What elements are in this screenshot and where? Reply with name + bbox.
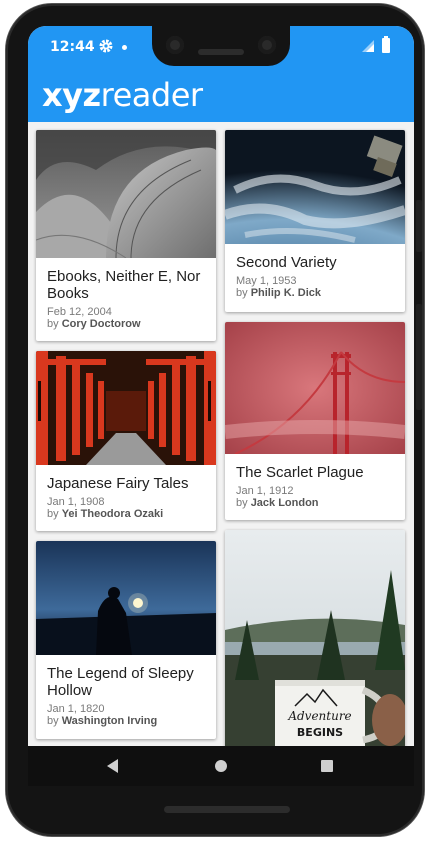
by-label: by — [236, 287, 248, 299]
recents-icon[interactable] — [321, 760, 333, 772]
volume-button — [416, 304, 422, 410]
status-time: 12:44 — [50, 39, 95, 55]
mug-text-begins: BEGINS — [297, 726, 343, 739]
earpiece-speaker — [198, 49, 244, 55]
book-date: May 1, 1953 — [236, 275, 297, 287]
logo-bold: xyz — [42, 76, 101, 114]
book-author: by Yei Theodora Ozaki — [47, 508, 208, 520]
book-date: Feb 12, 2004 — [47, 306, 112, 318]
power-button — [416, 200, 422, 252]
book-title: Second Variety — [236, 254, 337, 271]
book-title: Japanese Fairy Tales — [47, 475, 189, 492]
book-date: Jan 1, 1912 — [236, 485, 294, 497]
display-notch — [152, 26, 290, 66]
signal-icon — [362, 40, 374, 52]
back-icon[interactable] — [106, 759, 120, 773]
book-card[interactable]: Ebooks, Neither E, Nor Books Feb 12, 200… — [36, 130, 216, 341]
book-author: by Cory Doctorow — [47, 318, 208, 330]
screen: 12:44 xyzreader Ebooks, Neither E, Nor B… — [28, 26, 414, 786]
gear-icon — [99, 39, 113, 53]
front-camera — [258, 36, 276, 54]
book-card[interactable]: The Legend of Sleepy Hollow Jan 1, 1820 … — [36, 541, 216, 739]
book-title: The Legend of Sleepy Hollow — [47, 665, 194, 699]
front-camera — [166, 36, 184, 54]
book-card[interactable]: Adventure BEGINS — [225, 530, 405, 746]
phone-frame: 12:44 xyzreader Ebooks, Neither E, Nor B… — [6, 4, 424, 836]
home-icon[interactable] — [215, 760, 227, 772]
book-cover-image — [225, 130, 405, 244]
logo-light: reader — [100, 76, 203, 114]
book-cover-image — [36, 541, 216, 655]
book-cover-image: Adventure BEGINS — [225, 530, 405, 746]
book-title: Ebooks, Neither E, Nor Books — [47, 268, 201, 302]
author-name: Cory Doctorow — [61, 318, 141, 330]
book-cover-image — [225, 322, 405, 454]
book-date: Jan 1, 1820 — [47, 703, 105, 715]
book-card[interactable]: The Scarlet Plague Jan 1, 1912 by Jack L… — [225, 322, 405, 520]
mug-text-adventure: Adventure — [287, 709, 351, 723]
author-name: Washington Irving — [61, 715, 158, 727]
author-name: Yei Theodora Ozaki — [61, 508, 164, 520]
battery-icon — [382, 36, 390, 53]
author-name: Jack London — [250, 497, 319, 509]
author-name: Philip K. Dick — [250, 287, 321, 299]
book-cover-image — [36, 351, 216, 465]
notification-dot-icon — [122, 45, 127, 50]
app-logo: xyzreader — [42, 76, 203, 114]
book-author: by Washington Irving — [47, 715, 208, 727]
by-label: by — [47, 318, 59, 330]
by-label: by — [236, 497, 248, 509]
book-card[interactable]: Japanese Fairy Tales Jan 1, 1908 by Yei … — [36, 351, 216, 531]
book-grid[interactable]: Ebooks, Neither E, Nor Books Feb 12, 200… — [28, 122, 414, 746]
bottom-speaker — [164, 806, 290, 813]
by-label: by — [47, 508, 59, 520]
by-label: by — [47, 715, 59, 727]
app-bar: xyzreader — [28, 70, 414, 122]
book-date: Jan 1, 1908 — [47, 496, 105, 508]
book-title: The Scarlet Plague — [236, 464, 364, 481]
book-author: by Jack London — [236, 497, 397, 509]
book-card[interactable]: Second Variety May 1, 1953 by Philip K. … — [225, 130, 405, 312]
book-cover-image — [36, 130, 216, 258]
book-author: by Philip K. Dick — [236, 287, 397, 299]
system-nav-bar — [28, 746, 414, 786]
